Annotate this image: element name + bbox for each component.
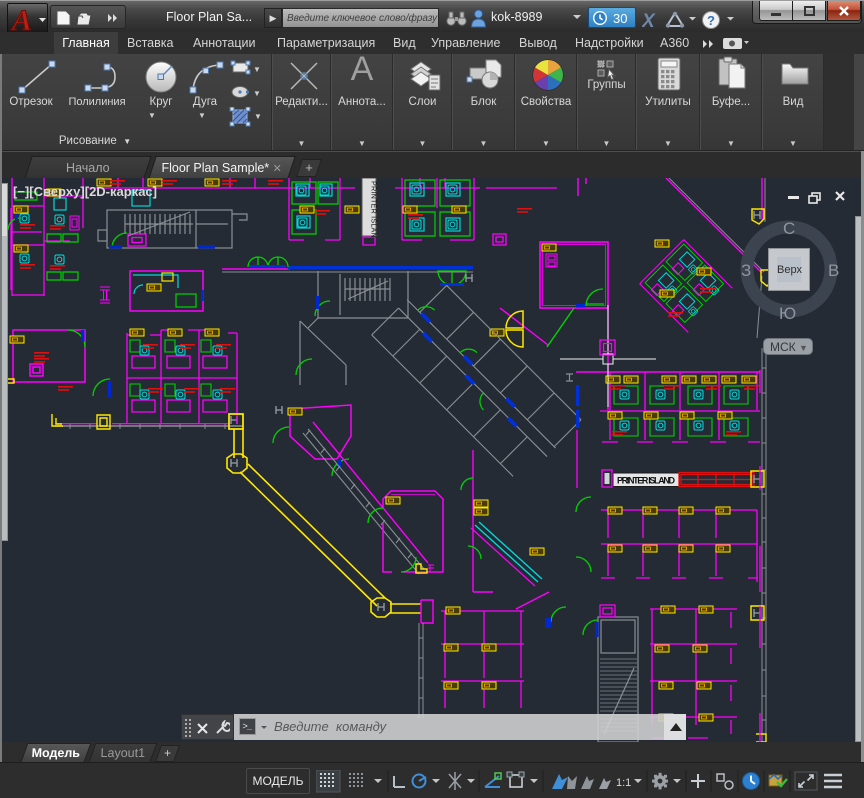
- svg-text:?: ?: [707, 13, 715, 28]
- svg-text:A: A: [10, 4, 32, 34]
- svg-text:PRINTER ISLAND: PRINTER ISLAND: [617, 476, 676, 486]
- svg-text:1:1: 1:1: [616, 777, 631, 789]
- svg-text:PRINTER ISLAN: PRINTER ISLAN: [370, 181, 379, 238]
- svg-text:X: X: [642, 12, 656, 28]
